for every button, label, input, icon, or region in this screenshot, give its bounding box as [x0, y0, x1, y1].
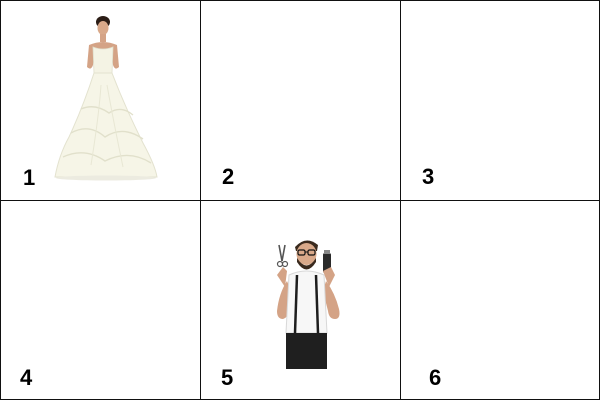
bride-image	[54, 16, 158, 181]
grid-cell-4[interactable]: 4	[0, 200, 201, 400]
cell-number-label: 6	[429, 365, 442, 390]
grid-cell-5[interactable]: 5	[200, 200, 401, 400]
cell-number-label: 5	[221, 365, 234, 390]
image-grid: 1 2 3 4 5 6	[0, 0, 600, 400]
cell-number-label: 3	[422, 164, 435, 189]
cell-number-label: 2	[222, 164, 235, 189]
cell-number-label: 4	[20, 365, 33, 390]
grid-cell-6[interactable]: 6	[400, 200, 600, 400]
grid-cell-1[interactable]: 1	[0, 0, 201, 201]
grid-cell-3[interactable]: 3	[400, 0, 600, 201]
cell-number-label: 1	[23, 165, 36, 190]
grid-cell-2[interactable]: 2	[200, 0, 401, 201]
barber-image	[276, 240, 340, 369]
